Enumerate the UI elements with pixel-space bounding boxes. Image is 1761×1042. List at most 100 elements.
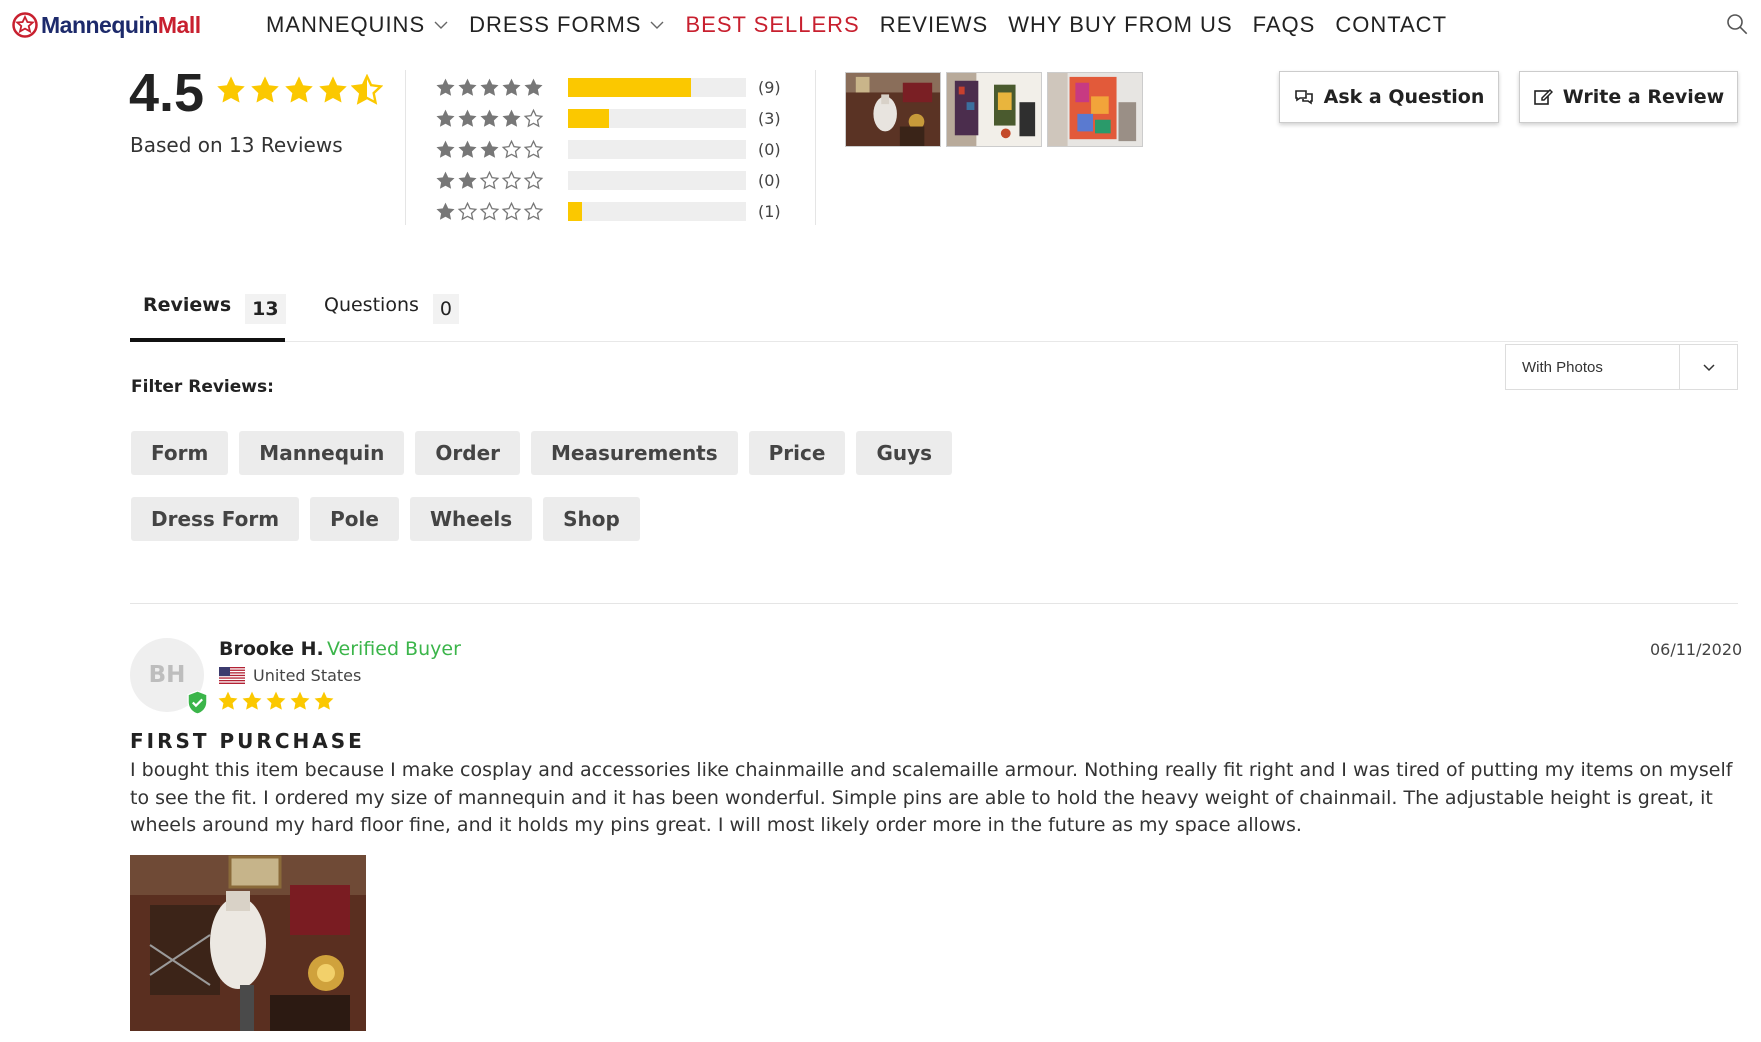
star-dark-icon [501,77,522,98]
review-photo[interactable] [130,855,366,1031]
star-empty-icon [523,201,544,222]
nav-reviews-label: REVIEWS [879,12,989,37]
tab-questions[interactable]: Questions 0 [324,284,464,342]
filter-chips: Form Mannequin Order Measurements Price … [131,431,1031,541]
nav-best-sellers[interactable]: BEST SELLERS [685,12,859,38]
star-dark-icon [479,77,500,98]
verified-buyer-label: Verified Buyer [327,638,461,660]
nav-contact[interactable]: CONTACT [1335,12,1447,38]
star-empty-icon [501,201,522,222]
rating-count: (1) [758,202,781,221]
nav-faqs[interactable]: FAQS [1253,12,1316,38]
tab-reviews-label: Reviews [143,294,232,316]
based-on-count: Based on 13 Reviews [130,133,343,157]
nav-mannequins-label: MANNEQUINS [266,12,426,37]
chevron-down-icon [1702,364,1715,372]
filter-chip[interactable]: Mannequin [239,431,405,475]
star-empty-icon [479,170,500,191]
ask-question-label: Ask a Question [1323,86,1485,108]
star-empty-icon [523,139,544,160]
filter-chip[interactable]: Order [415,431,520,475]
filter-chip[interactable]: Pole [310,497,399,541]
tab-questions-count: 0 [432,294,459,324]
tab-questions-label: Questions [324,294,419,316]
nav-mannequins[interactable]: MANNEQUINS [266,12,449,38]
star-dark-icon [479,108,500,129]
nav-why-buy[interactable]: WHY BUY FROM US [1008,12,1232,38]
divider [815,70,816,225]
review-photo-thumbnail[interactable] [1047,72,1143,147]
rating-bar [568,171,746,190]
review-country: United States [253,666,362,685]
star-half-icon [351,74,383,106]
filter-chip[interactable]: Price [748,431,846,475]
star-full-icon [289,690,311,712]
row-stars [435,170,568,191]
histogram-row-5[interactable]: (9) [435,72,781,103]
average-rating: 4.5 [129,63,205,123]
main-nav: MANNEQUINS DRESS FORMS BEST SELLERS REVI… [266,12,1467,38]
rating-count: (3) [758,109,781,128]
star-full-icon [249,74,281,106]
filter-chip[interactable]: Form [131,431,229,475]
verified-badge-icon [187,690,208,715]
filter-chip[interactable]: Wheels [409,497,533,541]
filter-chip[interactable]: Measurements [531,431,738,475]
review-tabs: Reviews 13 Questions 0 [130,284,1738,342]
divider [405,70,406,225]
rating-histogram: (9) (3) (0) (0) (1) [435,72,781,227]
divider [130,603,1738,604]
review-photo-thumbnail[interactable] [946,72,1042,147]
star-full-icon [283,74,315,106]
star-empty-icon [523,108,544,129]
review-photo-thumbnail[interactable] [845,72,941,147]
star-empty-icon [523,170,544,191]
filter-chip[interactable]: Guys [856,431,953,475]
site-header: MannequinMall MANNEQUINS DRESS FORMS BES… [0,0,1761,52]
search-icon[interactable] [1725,12,1749,36]
star-dark-icon [457,77,478,98]
rating-bar [568,202,746,221]
select-arrow [1679,345,1737,389]
star-full-icon [313,690,335,712]
star-dark-icon [457,108,478,129]
rating-bar-fill [568,109,610,128]
nav-dress-forms-label: DRESS FORMS [469,12,642,37]
rating-bar-fill [568,78,692,97]
rating-bar-fill [568,202,582,221]
row-stars [435,77,568,98]
star-dark-icon [523,77,544,98]
histogram-row-1[interactable]: (1) [435,196,781,227]
chat-bubbles-icon [1294,90,1313,105]
filter-chip[interactable]: Shop [543,497,640,541]
rating-count: (0) [758,171,781,190]
nav-dress-forms[interactable]: DRESS FORMS [469,12,665,38]
review-stars [217,690,335,712]
sort-select[interactable]: With Photos [1505,344,1738,390]
star-dark-icon [435,170,456,191]
nav-reviews[interactable]: REVIEWS [880,12,988,38]
filter-chip[interactable]: Dress Form [131,497,300,541]
logo-text: MannequinMall [41,11,201,38]
histogram-row-3[interactable]: (0) [435,134,781,165]
histogram-row-2[interactable]: (0) [435,165,781,196]
star-dark-icon [435,77,456,98]
star-dark-icon [435,108,456,129]
nav-best-sellers-label: BEST SELLERS [685,12,860,37]
star-full-icon [317,74,349,106]
tab-reviews[interactable]: Reviews 13 [130,284,286,342]
review-photo-thumbnails [845,72,1143,147]
star-empty-icon [501,139,522,160]
rating-count: (0) [758,140,781,159]
average-stars [215,74,383,106]
ask-question-button[interactable]: Ask a Question [1279,71,1499,123]
review-title: FIRST PURCHASE [130,729,365,753]
histogram-row-4[interactable]: (3) [435,103,781,134]
write-review-button[interactable]: Write a Review [1519,71,1738,123]
rating-count: (9) [758,78,781,97]
chevron-down-icon [434,21,448,29]
star-dark-icon [457,139,478,160]
site-logo[interactable]: MannequinMall [12,10,201,40]
star-empty-icon [457,201,478,222]
nav-why-buy-label: WHY BUY FROM US [1008,12,1233,37]
